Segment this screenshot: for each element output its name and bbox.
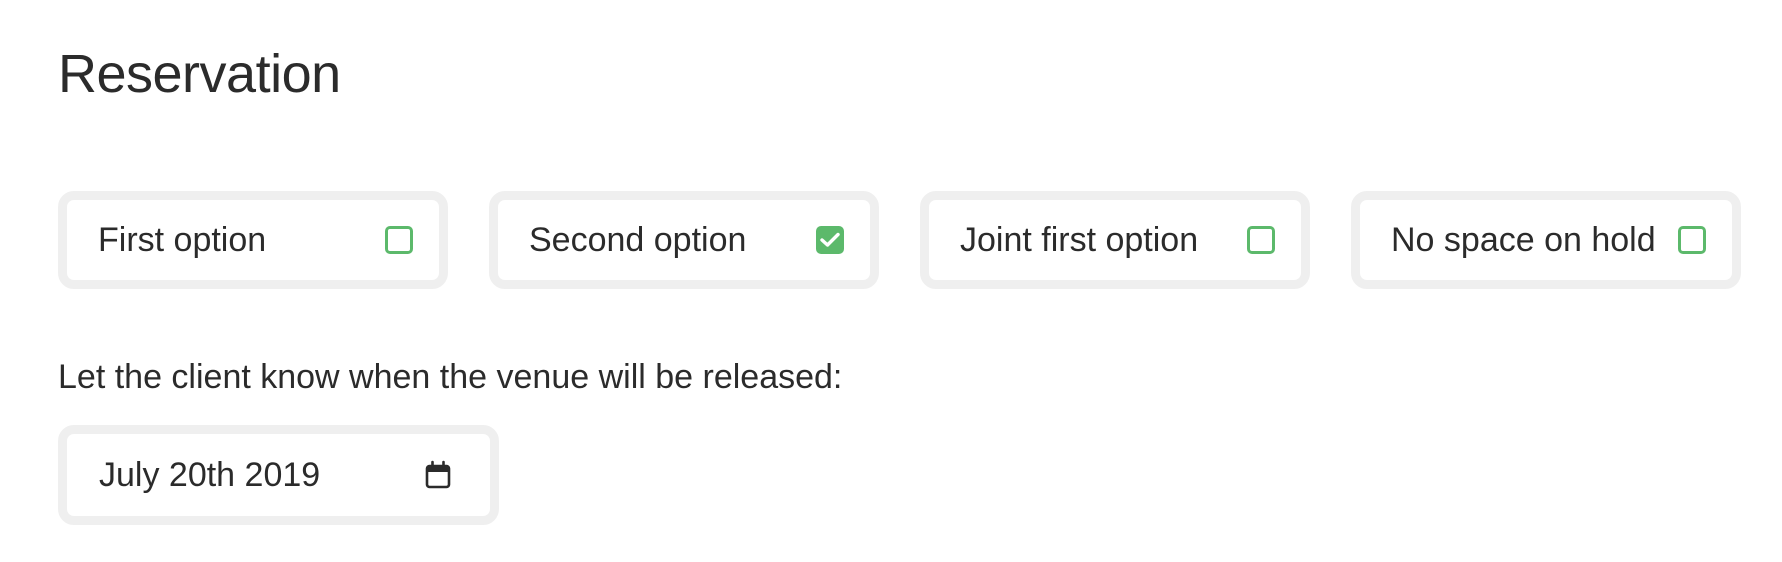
checkbox[interactable] — [385, 226, 413, 254]
option-first[interactable]: First option — [58, 191, 448, 289]
checkbox[interactable] — [816, 226, 844, 254]
option-no-space-on-hold[interactable]: No space on hold — [1351, 191, 1741, 289]
reservation-options: First option Second option Joint first o… — [58, 191, 1741, 289]
option-label: No space on hold — [1391, 220, 1656, 259]
release-date-label: Let the client know when the venue will … — [58, 358, 843, 396]
option-label: Second option — [529, 220, 747, 259]
checkbox[interactable] — [1678, 226, 1706, 254]
reservation-section: Reservation First option Second option J… — [58, 0, 1741, 562]
date-value: July 20th 2019 — [99, 455, 321, 494]
option-label: Joint first option — [960, 220, 1199, 259]
checkmark-icon — [820, 232, 840, 247]
option-second[interactable]: Second option — [489, 191, 879, 289]
section-title: Reservation — [58, 44, 341, 104]
calendar-icon[interactable] — [424, 460, 452, 490]
release-date-input[interactable]: July 20th 2019 — [58, 425, 499, 525]
option-label: First option — [98, 220, 267, 259]
option-joint-first[interactable]: Joint first option — [920, 191, 1310, 289]
checkbox[interactable] — [1247, 226, 1275, 254]
